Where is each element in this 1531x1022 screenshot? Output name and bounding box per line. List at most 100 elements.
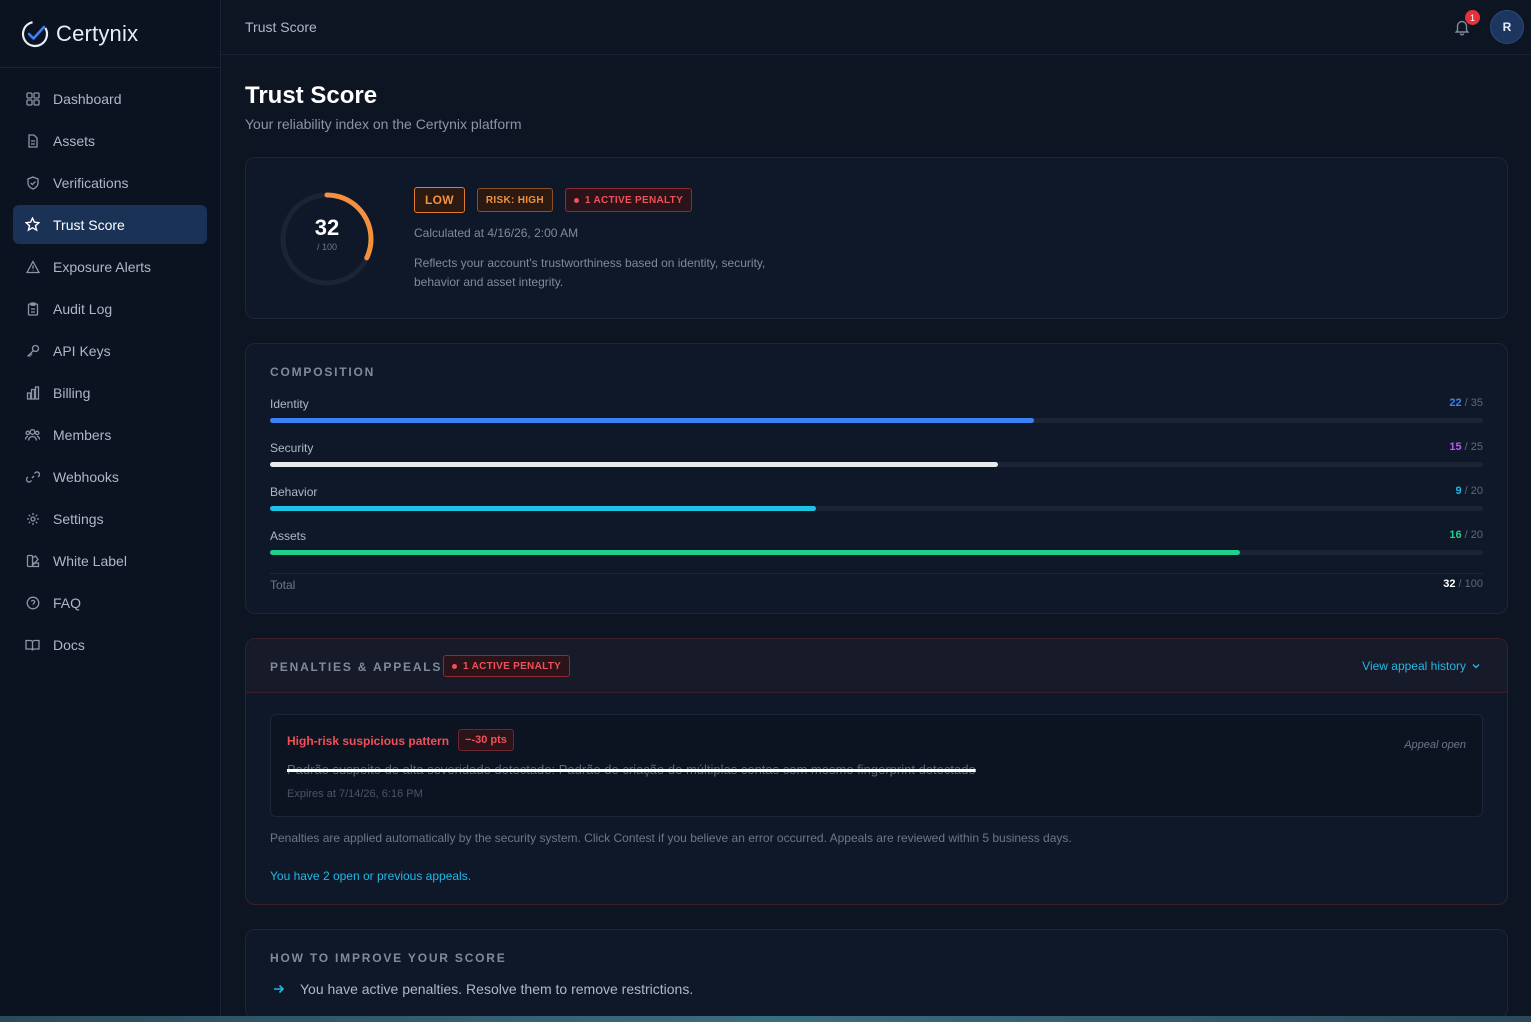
score-value: 32 — [314, 215, 340, 240]
composition-row-value: 15 / 25 — [1449, 441, 1483, 453]
improve-item: You have active penalties. Resolve them … — [272, 981, 693, 997]
chevron-down-icon — [1472, 664, 1480, 669]
penalties-heading: PENALTIES & APPEALS — [270, 660, 443, 674]
composition-row-max: / 35 — [1464, 397, 1483, 409]
sidebar-item-label: Trust Score — [53, 216, 125, 233]
composition-card: COMPOSITION Identity 22 / 35 Security 15… — [245, 343, 1508, 614]
sidebar-item-label: Settings — [53, 510, 104, 527]
active-penalty-badge: 1 ACTIVE PENALTY — [443, 655, 571, 677]
sidebar-item-label: Billing — [53, 384, 91, 401]
composition-row-label: Security — [270, 441, 314, 455]
appeals-link[interactable]: You have 2 open or previous appeals. — [270, 869, 471, 883]
sidebar-item-docs[interactable]: Docs — [13, 625, 207, 664]
sidebar-nav: Dashboard Assets Verifications Trust Sco… — [0, 68, 220, 664]
composition-row-max: / 20 — [1464, 485, 1483, 497]
penalty-appeal-status: Appeal open — [1404, 739, 1466, 751]
sidebar-item-label: Dashboard — [53, 90, 122, 107]
sidebar-item-label: Audit Log — [53, 300, 113, 317]
score-card: 32 / 100 LOW RISK: HIGH 1 ACTIVE PENALTY… — [245, 157, 1508, 319]
composition-row-identity: Identity 22 / 35 — [270, 397, 1483, 437]
sidebar-item-assets[interactable]: Assets — [13, 121, 207, 160]
help-circle-icon — [25, 595, 40, 610]
users-icon — [25, 427, 40, 442]
composition-row-value: 22 / 35 — [1449, 397, 1483, 409]
penalty-expiry: Expires at 7/14/26, 6:16 PM — [287, 788, 423, 800]
sidebar-item-billing[interactable]: Billing — [13, 373, 207, 412]
sidebar-item-label: Verifications — [53, 174, 129, 191]
sidebar-item-api-keys[interactable]: API Keys — [13, 331, 207, 370]
sidebar-item-trust-score[interactable]: Trust Score — [13, 205, 207, 244]
sidebar-item-faq[interactable]: FAQ — [13, 583, 207, 622]
breadcrumb: Trust Score — [245, 19, 317, 35]
sidebar-item-dashboard[interactable]: Dashboard — [13, 79, 207, 118]
composition-bar-fill — [270, 550, 1241, 555]
sidebar: Certynix Dashboard Assets Verifications … — [0, 0, 221, 1016]
sidebar-item-verifications[interactable]: Verifications — [13, 163, 207, 202]
penalty-title: High-risk suspicious pattern — [287, 734, 450, 748]
total-score: 32 — [1443, 578, 1456, 590]
link-icon — [25, 469, 40, 484]
sidebar-item-webhooks[interactable]: Webhooks — [13, 457, 207, 496]
page-subtitle: Your reliability index on the Certynix p… — [245, 116, 522, 132]
sidebar-item-audit-log[interactable]: Audit Log — [13, 289, 207, 328]
total-label: Total — [270, 578, 296, 592]
composition-row-label: Behavior — [270, 485, 318, 499]
arrow-right-icon — [274, 984, 285, 994]
palette-icon — [25, 553, 40, 568]
total-max: / 100 — [1458, 578, 1483, 590]
composition-row-max: / 25 — [1464, 441, 1483, 453]
composition-row-score: 16 — [1449, 529, 1462, 541]
active-penalty-badge-label: 1 ACTIVE PENALTY — [463, 660, 562, 672]
penalty-item: High-risk suspicious pattern −-30 pts Ap… — [270, 714, 1483, 817]
top-bar: Trust Score 1 R — [221, 0, 1531, 55]
penalties-card: PENALTIES & APPEALS 1 ACTIVE PENALTY Vie… — [245, 638, 1508, 905]
sidebar-item-exposure-alerts[interactable]: Exposure Alerts — [13, 247, 207, 286]
active-penalty-badge: 1 ACTIVE PENALTY — [564, 188, 693, 212]
star-icon — [25, 217, 40, 232]
sidebar-item-members[interactable]: Members — [13, 415, 207, 454]
book-icon — [25, 637, 40, 652]
score-max: / 100 — [316, 242, 338, 252]
composition-bar-fill — [270, 462, 998, 467]
level-badge: LOW — [414, 187, 465, 213]
calculated-timestamp: Calculated at 4/16/26, 2:00 AM — [414, 226, 579, 240]
window-bottom-edge — [0, 1016, 1531, 1022]
composition-row-value: 16 / 20 — [1449, 529, 1483, 541]
score-description: Reflects your account's trustworthiness … — [414, 256, 766, 289]
shield-check-icon — [25, 175, 40, 190]
composition-bar-track — [270, 418, 1483, 423]
gear-icon — [25, 511, 40, 526]
sidebar-item-label: FAQ — [53, 594, 82, 611]
status-dot-icon — [452, 663, 457, 669]
sidebar-item-white-label[interactable]: White Label — [13, 541, 207, 580]
user-avatar[interactable]: R — [1490, 10, 1524, 44]
page-title: Trust Score — [245, 82, 378, 109]
composition-row-behavior: Behavior 9 / 20 — [270, 485, 1483, 525]
improve-card: HOW TO IMPROVE YOUR SCORE You have activ… — [245, 929, 1508, 1019]
composition-row-score: 9 — [1455, 485, 1462, 497]
penalties-header: PENALTIES & APPEALS 1 ACTIVE PENALTY Vie… — [246, 639, 1507, 693]
composition-row-assets: Assets 16 / 20 — [270, 529, 1483, 569]
penalty-points-badge: −-30 pts — [458, 729, 514, 751]
view-appeal-history-link[interactable]: View appeal history — [1362, 659, 1481, 673]
key-icon — [25, 343, 40, 358]
risk-badge: RISK: HIGH — [476, 188, 553, 212]
brand-logo[interactable]: Certynix — [0, 0, 220, 68]
composition-bar-fill — [270, 418, 1035, 423]
composition-bar-track — [270, 506, 1483, 511]
sidebar-item-label: Exposure Alerts — [53, 258, 152, 275]
divider — [270, 573, 1483, 574]
score-badges: LOW RISK: HIGH 1 ACTIVE PENALTY — [414, 187, 693, 213]
composition-row-label: Identity — [270, 397, 309, 411]
composition-bar-fill — [270, 506, 816, 511]
composition-row-score: 15 — [1449, 441, 1462, 453]
view-appeal-history-label: View appeal history — [1362, 659, 1466, 673]
composition-row-label: Assets — [270, 529, 307, 543]
composition-bar-track — [270, 550, 1483, 555]
dashboard-grid-icon — [25, 91, 40, 106]
document-icon — [25, 133, 40, 148]
sidebar-item-label: API Keys — [53, 342, 111, 359]
composition-bar-track — [270, 462, 1483, 467]
sidebar-item-settings[interactable]: Settings — [13, 499, 207, 538]
notification-count-badge: 1 — [1465, 10, 1480, 25]
